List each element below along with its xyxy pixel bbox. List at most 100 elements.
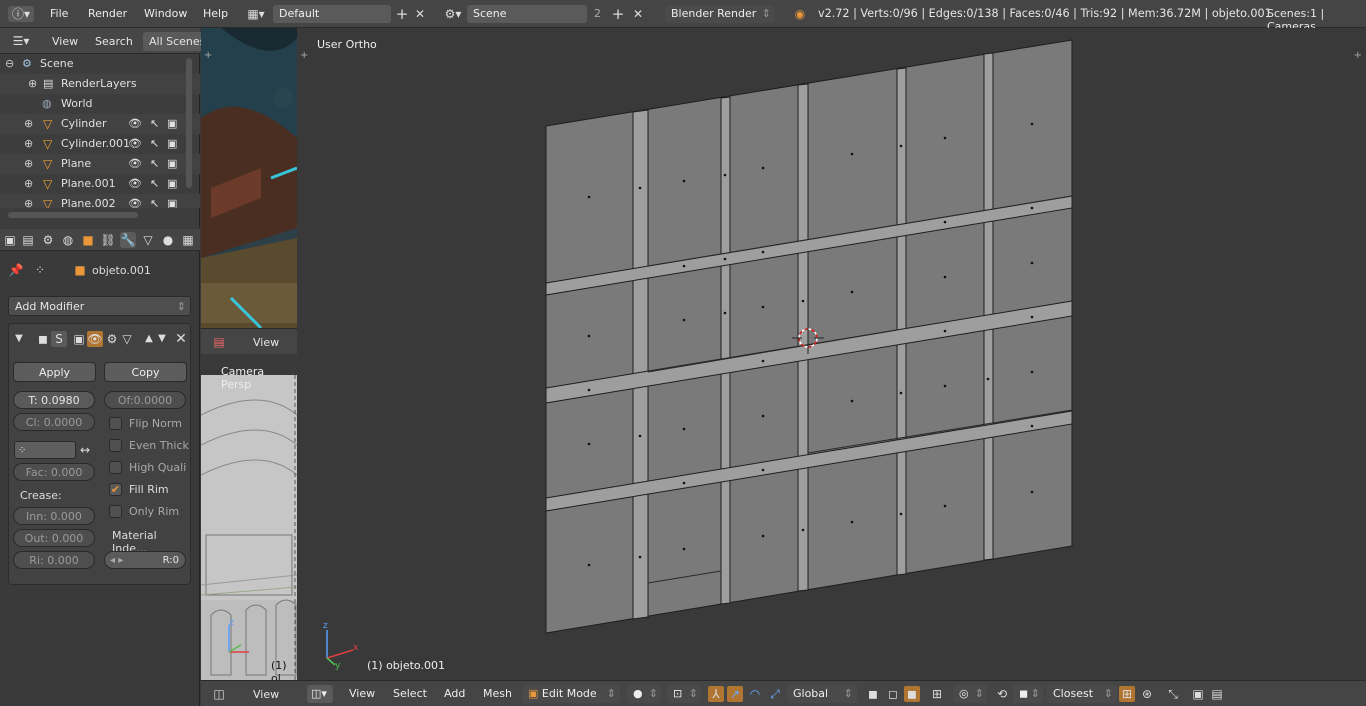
outliner-tab-search[interactable]: Search (95, 35, 133, 48)
scene-field[interactable]: Scene (467, 5, 587, 23)
translate-icon[interactable]: ↗ (727, 686, 743, 702)
outliner-row-plane-002[interactable]: ⊕ ▽ Plane.002 👁 ↖ ▣ (0, 194, 200, 208)
shading-select[interactable]: ● ⇕ (627, 685, 661, 703)
outliner-tab-view[interactable]: View (52, 35, 78, 48)
menu-select[interactable]: Select (393, 687, 427, 700)
layer-solid-icon[interactable]: ◼ (865, 686, 881, 702)
high-quality-checkbox[interactable] (109, 461, 122, 474)
layer-edge-icon[interactable]: ◻ (885, 686, 901, 702)
outliner-scrollbar-v[interactable] (186, 58, 192, 188)
menu-help[interactable]: Help (203, 7, 228, 20)
rotate-icon[interactable]: ◠ (747, 686, 763, 702)
outliner-row-world[interactable]: ◍ World (0, 94, 200, 114)
view3d-type-icon[interactable]: ◫ (211, 686, 227, 702)
only-rim-checkbox[interactable] (109, 505, 122, 518)
image-editor-type-icon[interactable]: ▤ (211, 334, 227, 350)
outliner-row-scene[interactable]: ⊖ ⚙ Scene (0, 54, 200, 74)
close-scene-icon[interactable]: ✕ (630, 6, 646, 22)
mode-select[interactable]: ▣ Edit Mode ⇕ (522, 685, 620, 703)
transform-orientation-select[interactable]: Global ⇕ (787, 685, 857, 703)
outliner-editor-icon[interactable]: ☰▾ (8, 33, 34, 49)
outliner-row-renderlayers[interactable]: ⊕ ▤ RenderLayers (0, 74, 200, 94)
outliner-row-cylinder[interactable]: ⊕ ▽ Cylinder 👁 ↖ ▣ (0, 114, 200, 134)
snap-element-select[interactable]: ◼ ⇕ (1013, 685, 1043, 703)
texture-tab-icon[interactable]: ▦ (180, 232, 196, 248)
info-icon[interactable]: ⓘ▾ (8, 6, 34, 22)
material-index-field[interactable]: ◂ ▸ R:0 (104, 551, 186, 569)
screen-layout-icon[interactable]: ▦▾ (243, 6, 269, 22)
modifier-name-field[interactable]: S (51, 331, 67, 347)
pin-icon[interactable]: 📌 (8, 262, 24, 278)
image-editor-view-menu[interactable]: View (253, 336, 279, 349)
face-select-icon[interactable]: ◼ (904, 686, 920, 702)
flip-normals-checkbox[interactable] (109, 417, 122, 430)
3d-viewport[interactable]: User Ortho + + z x y (1) objeto.001 (297, 28, 1366, 679)
retopology-icon[interactable]: ⤡ (1165, 686, 1181, 702)
limit-selection-icon[interactable]: ⊞ (929, 686, 945, 702)
cage-toggle-icon[interactable]: ▽ (119, 331, 135, 347)
crease-outer-field[interactable]: Out: 0.000 (13, 529, 95, 547)
editor-type-button[interactable]: ◫▾ (307, 685, 333, 703)
snap-toggle-icon[interactable]: ⟲ (994, 686, 1010, 702)
scene-icon[interactable]: ⚙▾ (440, 6, 466, 22)
even-thickness-checkbox[interactable] (109, 439, 122, 452)
render-layers-tab-icon[interactable]: ▤ (20, 232, 36, 248)
snap-align-icon[interactable]: ⊞ (1119, 686, 1135, 702)
visibility-eye-icon[interactable]: 👁 (128, 194, 142, 208)
render-engine-select[interactable]: Blender Render ⇕ (665, 5, 775, 23)
outliner-display-select[interactable]: All Scenes (143, 32, 203, 51)
select-arrow-icon[interactable]: ↖ (150, 174, 159, 194)
outliner-row-plane[interactable]: ⊕ ▽ Plane 👁 ↖ ▣ (0, 154, 200, 174)
select-arrow-icon[interactable]: ↖ (150, 154, 159, 174)
select-arrow-icon[interactable]: ↖ (150, 114, 159, 134)
menu-window[interactable]: Window (144, 7, 187, 20)
menu-mesh[interactable]: Mesh (483, 687, 512, 700)
outliner-scrollbar-h[interactable] (8, 212, 138, 218)
render-tab-icon[interactable]: ▣ (2, 232, 18, 248)
offset-field[interactable]: Of:0.0000 (104, 391, 186, 409)
copy-button[interactable]: Copy (104, 362, 187, 382)
render-camera-icon[interactable]: ▣ (167, 174, 177, 194)
menu-add[interactable]: Add (444, 687, 465, 700)
object-tab-icon[interactable]: ■ (80, 232, 96, 248)
remove-modifier-icon[interactable]: ✕ (173, 331, 189, 347)
apply-button[interactable]: Apply (13, 362, 96, 382)
pivot-select[interactable]: ⊡ ⇕ (667, 685, 701, 703)
move-down-icon[interactable]: ▼ (154, 331, 170, 347)
crease-rim-field[interactable]: Ri: 0.000 (13, 551, 95, 569)
add-modifier-menu[interactable]: Add Modifier ⇕ (8, 296, 191, 316)
add-screen-icon[interactable]: + (394, 6, 410, 22)
select-arrow-icon[interactable]: ↖ (150, 134, 159, 154)
proportional-edit-select[interactable]: ◎ ⇕ (953, 685, 987, 703)
screen-layout-field[interactable]: Default (273, 5, 391, 23)
add-scene-icon[interactable]: + (610, 6, 626, 22)
invert-arrows-icon[interactable]: ↔ (77, 442, 93, 458)
clamp-field[interactable]: Cl: 0.0000 (13, 413, 95, 431)
scale-icon[interactable]: ⤢ (767, 686, 783, 702)
outliner-row-plane-001[interactable]: ⊕ ▽ Plane.001 👁 ↖ ▣ (0, 174, 200, 194)
render-still-icon[interactable]: ▣ (1190, 686, 1206, 702)
menu-render[interactable]: Render (88, 7, 127, 20)
thickness-field[interactable]: T: 0.0980 (13, 391, 95, 409)
render-camera-icon[interactable]: ▣ (167, 194, 177, 208)
vertex-group-field[interactable]: ⁘ (14, 441, 76, 459)
visibility-eye-icon[interactable]: 👁 (128, 154, 142, 174)
scene-tab-icon[interactable]: ⚙ (40, 232, 56, 248)
select-arrow-icon[interactable]: ↖ (150, 194, 159, 208)
data-tab-icon[interactable]: ▽ (140, 232, 156, 248)
constraints-tab-icon[interactable]: ⛓ (100, 232, 116, 248)
fill-rim-checkbox[interactable]: ✔ (109, 483, 122, 496)
snap-target-select[interactable]: Closest ⇕ (1047, 685, 1117, 703)
render-animation-icon[interactable]: ▤ (1209, 686, 1225, 702)
modifiers-tab-icon[interactable]: 🔧 (120, 232, 136, 248)
mesh-object[interactable] (297, 28, 1366, 679)
world-tab-icon[interactable]: ◍ (60, 232, 76, 248)
factor-field[interactable]: Fac: 0.000 (13, 463, 95, 481)
viewport-toggle-icon[interactable]: 👁 (87, 331, 103, 347)
visibility-eye-icon[interactable]: 👁 (128, 114, 142, 134)
image-editor-expand-icon[interactable]: + (204, 50, 212, 61)
manipulator-toggle-icon[interactable]: ⅄ (708, 686, 724, 702)
material-tab-icon[interactable]: ● (160, 232, 176, 248)
visibility-eye-icon[interactable]: 👁 (128, 174, 142, 194)
close-screen-icon[interactable]: ✕ (412, 6, 428, 22)
